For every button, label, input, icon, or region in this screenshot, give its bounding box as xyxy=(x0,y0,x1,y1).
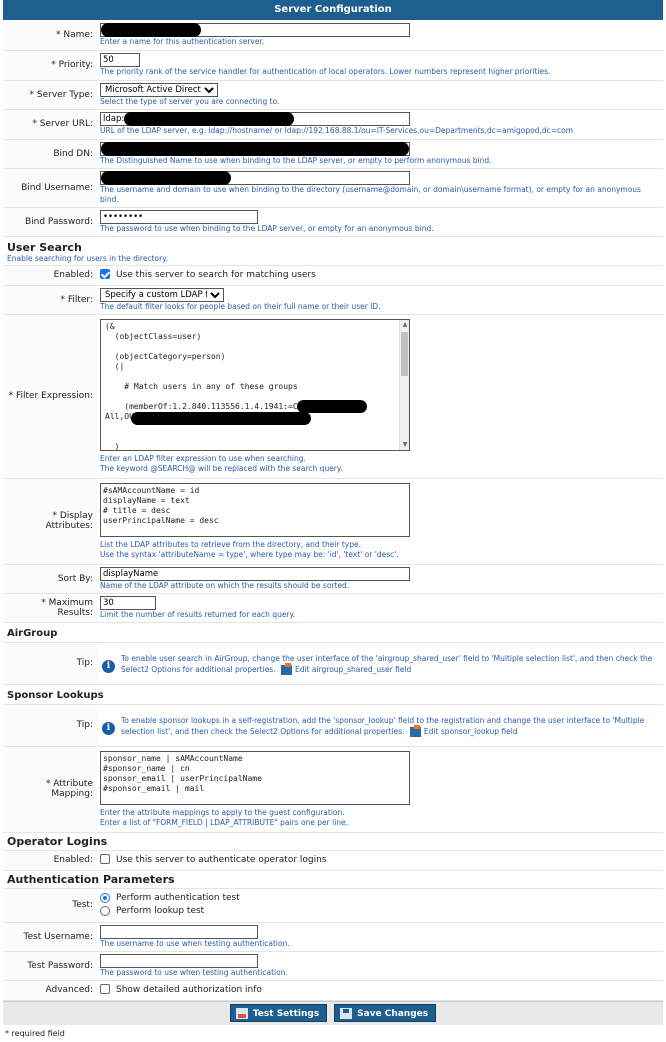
page-title: Server Configuration xyxy=(3,0,663,20)
operator-logins-heading: Operator Logins xyxy=(7,835,108,848)
lookup-test-text: Perform lookup test xyxy=(116,906,205,916)
sort-by-label: Sort By: xyxy=(57,573,93,584)
button-bar: Test Settings Save Changes xyxy=(3,1000,663,1025)
advanced-label: Advanced: xyxy=(45,985,94,995)
max-results-input[interactable] xyxy=(100,595,156,610)
filter-expression-scrollbar[interactable]: ▲ ▼ xyxy=(399,319,409,450)
test-password-label: Test Password: xyxy=(27,960,93,971)
test-password-input[interactable] xyxy=(100,953,258,968)
max-results-help: Limit the number of results returned for… xyxy=(100,609,296,619)
filter-expression-label: Filter Expression: xyxy=(15,391,93,401)
required-note: * required field xyxy=(5,1028,65,1038)
priority-label: Priority: xyxy=(58,60,93,70)
filter-expression-help1: Enter an LDAP filter expression to use w… xyxy=(100,453,306,463)
test-password-help: The password to use when testing authent… xyxy=(100,967,288,977)
filter-help: The default filter looks for people base… xyxy=(100,301,381,311)
scroll-thumb[interactable] xyxy=(401,331,408,376)
filter-expression-textarea[interactable]: (& (objectClass=user) (objectCategory=pe… xyxy=(100,318,410,451)
bind-dn-label: Bind DN: xyxy=(53,148,93,159)
server-url-help: URL of the LDAP server, e.g. ldap://host… xyxy=(100,126,574,135)
bind-username-label: Bind Username: xyxy=(21,182,93,193)
attribute-mapping-help2: Enter a list of "FORM_FIELD | LDAP_ATTRI… xyxy=(100,817,349,827)
user-search-heading: User Search xyxy=(7,240,82,254)
auth-test-text: Perform authentication test xyxy=(116,893,240,903)
sponsor-heading: Sponsor Lookups xyxy=(7,689,104,701)
name-field[interactable] xyxy=(100,22,410,37)
airgroup-heading: AirGroup xyxy=(7,627,58,639)
sponsor-tip-label: Tip: xyxy=(76,720,93,730)
sort-by-input[interactable] xyxy=(100,566,410,581)
search-enabled-label: Enabled: xyxy=(53,270,93,280)
operator-enabled-checkbox[interactable] xyxy=(100,854,110,864)
attribute-mapping-help1: Enter the attribute mappings to apply to… xyxy=(100,807,345,817)
server-url-label: Server URL: xyxy=(39,119,93,129)
server-type-label: Server Type: xyxy=(36,89,93,100)
test-label: Test: xyxy=(72,900,93,910)
chart-icon xyxy=(235,1007,248,1019)
user-search-subtitle: Enable searching for users in the direct… xyxy=(7,253,168,263)
airgroup-edit-link[interactable]: Edit airgroup_shared_user field xyxy=(295,665,411,674)
sponsor-tip-text: To enable sponsor lookups in a self-regi… xyxy=(121,715,645,736)
airgroup-tip-label: Tip: xyxy=(76,658,93,668)
server-type-help: Select the type of server you are connec… xyxy=(100,96,280,106)
test-username-label: Test Username: xyxy=(23,931,94,942)
display-attributes-textarea[interactable]: #sAMAccountName = id displayName = text … xyxy=(100,482,410,537)
bind-username-help: The username and domain to use when bind… xyxy=(100,184,641,204)
info-icon: i xyxy=(102,659,115,673)
bind-username-field[interactable] xyxy=(100,170,410,185)
display-attributes-help2: Use the syntax 'attributeName = type', w… xyxy=(100,549,399,559)
bind-password-help: The password to use when binding to the … xyxy=(100,223,434,233)
scroll-down-icon[interactable]: ▼ xyxy=(401,441,409,449)
test-username-help: The username to use when testing authent… xyxy=(100,938,290,948)
attribute-mapping-label: Attribute Mapping: xyxy=(51,779,93,799)
server-type-select[interactable]: Microsoft Active Directory xyxy=(100,82,218,97)
max-results-label: Maximum Results: xyxy=(48,597,93,618)
filter-expression-help2: The keyword @SEARCH@ will be replaced wi… xyxy=(100,463,343,473)
bind-dn-help: The Distinguished Name to use when bindi… xyxy=(100,155,492,165)
save-changes-button[interactable]: Save Changes xyxy=(334,1003,437,1022)
bind-password-label: Bind Password: xyxy=(24,216,93,227)
priority-help: The priority rank of the service handler… xyxy=(100,67,551,76)
bind-dn-field[interactable] xyxy=(100,141,410,156)
bind-password-input[interactable] xyxy=(100,209,258,224)
lookup-test-radio[interactable] xyxy=(100,905,110,916)
test-username-input[interactable] xyxy=(100,924,258,939)
server-url-field[interactable] xyxy=(100,112,410,126)
auth-params-heading: Authentication Parameters xyxy=(7,873,175,886)
filter-expression-text: (& (objectClass=user) (objectCategory=pe… xyxy=(105,321,303,451)
operator-enabled-label: Enabled: xyxy=(53,855,93,865)
attribute-mapping-textarea[interactable]: sponsor_name | sAMAccountName #sponsor_n… xyxy=(100,750,410,805)
test-settings-label: Test Settings xyxy=(252,1008,320,1019)
save-changes-label: Save Changes xyxy=(357,1008,429,1019)
search-enabled-text: Use this server to search for matching u… xyxy=(116,269,316,280)
sponsor-edit-link[interactable]: Edit sponsor_lookup field xyxy=(424,727,518,736)
name-label: Name: xyxy=(63,29,93,40)
filter-label: Filter: xyxy=(67,294,93,305)
save-icon xyxy=(340,1007,353,1019)
name-help: Enter a name for this authentication ser… xyxy=(100,36,265,46)
priority-input[interactable] xyxy=(100,53,140,67)
operator-enabled-text: Use this server to authenticate operator… xyxy=(116,854,327,865)
auth-test-radio[interactable] xyxy=(100,892,110,903)
advanced-checkbox[interactable] xyxy=(100,984,110,994)
display-attributes-help1: List the LDAP attributes to retrieve fro… xyxy=(100,539,361,549)
config-form: * Name: Enter a name for this authentica… xyxy=(3,20,663,1001)
info-icon: i xyxy=(102,721,115,735)
test-settings-button[interactable]: Test Settings xyxy=(229,1003,328,1022)
edit-field-icon xyxy=(281,662,292,675)
filter-select[interactable]: Specify a custom LDAP filter... xyxy=(100,287,224,302)
search-enabled-checkbox[interactable] xyxy=(100,269,110,279)
scroll-up-icon[interactable]: ▲ xyxy=(401,321,409,329)
advanced-text: Show detailed authorization info xyxy=(116,984,262,995)
edit-field-icon xyxy=(409,724,421,737)
sort-by-help: Name of the LDAP attribute on which the … xyxy=(100,580,350,590)
